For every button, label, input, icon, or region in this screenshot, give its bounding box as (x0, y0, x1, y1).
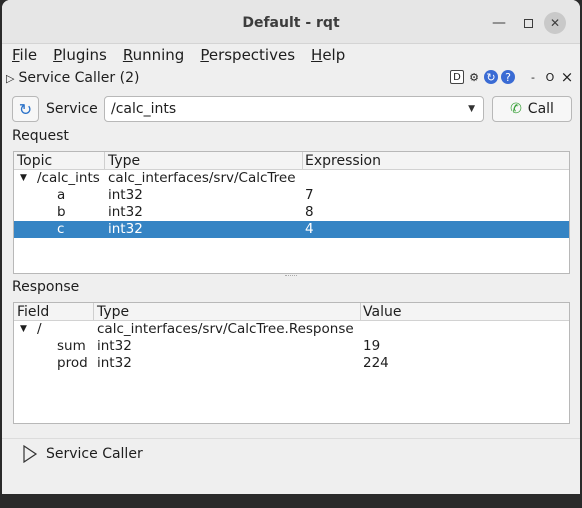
dock-title-bar[interactable]: ▷ Service Caller (2) D ⚙ ↻ ? - O × (2, 68, 580, 89)
minimize-icon: — (492, 15, 506, 31)
header-type[interactable]: Type (108, 153, 140, 169)
minimize-dock-button[interactable]: - (526, 70, 540, 84)
menu-perspectives-label: erspectives (208, 46, 296, 64)
menu-bar: File Plugins Running Perspectives Help (2, 45, 580, 67)
header-expression[interactable]: Expression (305, 153, 381, 169)
rqt-window: Default - rqt — ✕ File Plugins Running P… (2, 0, 580, 494)
splitter-handle[interactable] (285, 275, 297, 277)
row-topic: b (57, 204, 66, 220)
menu-file-mnemonic: F (12, 46, 20, 64)
title-bar[interactable]: Default - rqt — ✕ (2, 0, 580, 44)
gear-icon[interactable]: ⚙ (467, 70, 481, 84)
play-triangle-icon (23, 445, 38, 463)
row-type: int32 (97, 355, 132, 371)
bottom-plugin-label: Service Caller (46, 446, 143, 462)
maximize-window-button[interactable] (517, 12, 539, 34)
expand-arrow-icon[interactable]: ▼ (20, 173, 27, 183)
row-type: int32 (97, 338, 132, 354)
expand-arrow-icon[interactable]: ▼ (20, 324, 27, 334)
float-dock-button[interactable]: O (543, 70, 557, 84)
service-label: Service (46, 101, 98, 117)
request-label: Request (12, 128, 69, 144)
collapse-arrow-icon[interactable]: ▷ (6, 72, 14, 85)
tree-row[interactable]: ▼ / calc_interfaces/srv/CalcTree.Respons… (14, 321, 569, 338)
close-window-button[interactable]: ✕ (544, 12, 566, 34)
call-button-label: Call (527, 101, 554, 117)
collapsed-plugin-tab[interactable]: Service Caller (22, 445, 143, 463)
menu-help-mnemonic: H (311, 46, 323, 64)
refresh-services-button[interactable]: ↻ (12, 96, 39, 122)
refresh-icon: ↻ (18, 99, 33, 119)
dropdown-arrow-icon: ▼ (468, 104, 475, 114)
menu-running[interactable]: Running (113, 45, 190, 67)
menu-help[interactable]: Help (301, 45, 351, 67)
tree-row[interactable]: b int32 8 (14, 204, 569, 221)
row-type: int32 (108, 204, 143, 220)
menu-plugins-label: lugins (62, 46, 107, 64)
phone-icon: ✆ (510, 101, 522, 117)
menu-file[interactable]: File (2, 45, 43, 67)
call-button[interactable]: ✆ Call (492, 96, 572, 122)
row-expression[interactable]: 8 (305, 204, 314, 220)
service-select-value: /calc_ints (111, 101, 177, 117)
minimize-window-button[interactable]: — (488, 12, 510, 34)
bottom-plugin-bar: Service Caller (2, 438, 580, 466)
menu-perspectives[interactable]: Perspectives (190, 45, 301, 67)
response-header: Field Type Value (14, 303, 569, 321)
menu-file-label: ile (19, 46, 38, 64)
row-value: 224 (363, 355, 389, 371)
close-dock-button[interactable]: × (560, 68, 574, 86)
close-icon: ✕ (549, 16, 561, 30)
response-label: Response (12, 279, 80, 295)
request-header: Topic Type Expression (14, 152, 569, 170)
tree-row-selected[interactable]: c int32 4 (14, 221, 569, 238)
service-select[interactable]: /calc_ints ▼ (104, 96, 484, 122)
row-type: calc_interfaces/srv/CalcTree.Response (97, 321, 354, 337)
menu-perspectives-mnemonic: P (200, 46, 209, 64)
help-d-button[interactable]: D (450, 70, 464, 84)
row-field: prod (57, 355, 88, 371)
row-field: / (37, 321, 42, 337)
row-type: calc_interfaces/srv/CalcTree (108, 170, 296, 186)
row-expression[interactable]: 7 (305, 187, 314, 203)
header-value[interactable]: Value (363, 304, 401, 320)
reload-icon[interactable]: ↻ (484, 70, 498, 84)
row-field: sum (57, 338, 86, 354)
menu-running-label: unning (132, 46, 185, 64)
row-expression[interactable]: 4 (305, 221, 314, 237)
request-tree[interactable]: Topic Type Expression ▼ /calc_ints calc_… (13, 151, 570, 274)
row-value: 19 (363, 338, 381, 354)
service-row: ↻ Service /calc_ints ▼ ✆ Call (12, 95, 572, 123)
menu-plugins[interactable]: Plugins (43, 45, 113, 67)
header-topic[interactable]: Topic (17, 153, 52, 169)
help-icon[interactable]: ? (501, 70, 515, 84)
tree-row[interactable]: prod int32 224 (14, 355, 569, 372)
row-type: int32 (108, 221, 143, 237)
row-topic: a (57, 187, 66, 203)
dock-title: Service Caller (2) (18, 70, 140, 86)
header-type[interactable]: Type (97, 304, 129, 320)
row-topic: c (57, 221, 65, 237)
tree-row[interactable]: ▼ /calc_ints calc_interfaces/srv/CalcTre… (14, 170, 569, 187)
menu-plugins-mnemonic: P (53, 46, 63, 64)
row-type: int32 (108, 187, 143, 203)
menu-help-label: elp (322, 46, 346, 64)
header-field[interactable]: Field (17, 304, 49, 320)
tree-row[interactable]: a int32 7 (14, 187, 569, 204)
row-topic: /calc_ints (37, 170, 100, 186)
menu-running-mnemonic: R (122, 46, 133, 64)
response-tree[interactable]: Field Type Value ▼ / calc_interfaces/srv… (13, 302, 570, 424)
tree-row[interactable]: sum int32 19 (14, 338, 569, 355)
maximize-icon (523, 18, 533, 28)
